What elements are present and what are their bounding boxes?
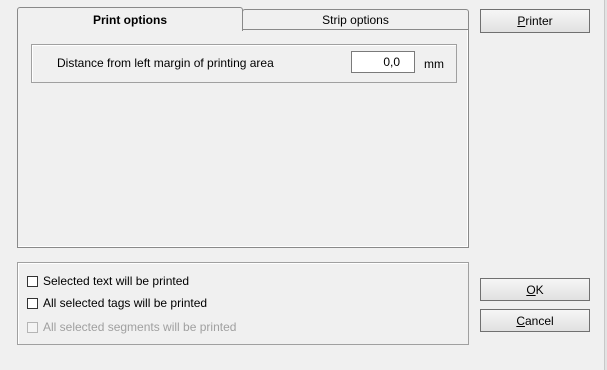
option-selected-text[interactable]: Selected text will be printed — [27, 274, 189, 288]
tab-strip-options[interactable]: Strip options — [242, 9, 469, 29]
tab-print-options[interactable]: Print options — [17, 7, 243, 31]
printer-label: rinter — [525, 14, 553, 28]
print-selection-options: Selected text will be printed All select… — [17, 262, 469, 345]
checkbox[interactable] — [27, 275, 38, 287]
distance-label: Distance from left margin of printing ar… — [57, 56, 274, 70]
distance-input[interactable]: 0,0 — [351, 51, 415, 73]
distance-unit-label: mm — [424, 57, 444, 71]
print-options-panel: Distance from left margin of printing ar… — [17, 29, 469, 248]
distance-group: Distance from left margin of printing ar… — [31, 44, 457, 83]
printer-mnemonic: P — [517, 14, 526, 28]
option-label: All selected tags will be printed — [43, 296, 208, 310]
printer-button[interactable]: Printer — [480, 9, 590, 33]
option-label: Selected text will be printed — [43, 274, 190, 288]
ok-label: K — [535, 282, 544, 297]
checkbox-disabled — [27, 321, 38, 333]
ok-mnemonic: O — [526, 282, 536, 297]
ok-button[interactable]: OK — [480, 278, 590, 301]
option-label: All selected segments will be printed — [43, 320, 237, 334]
cancel-button[interactable]: Cancel — [480, 309, 590, 332]
tab-print-options-label: Print options — [93, 12, 167, 27]
option-selected-segments: All selected segments will be printed — [27, 320, 236, 334]
print-dialog: Print options Strip options Distance fro… — [0, 0, 607, 370]
checkbox[interactable] — [27, 297, 38, 309]
cancel-mnemonic: C — [516, 313, 525, 328]
option-selected-tags[interactable]: All selected tags will be printed — [27, 296, 207, 310]
cancel-label: ancel — [524, 313, 554, 328]
tab-strip-options-label: Strip options — [322, 12, 389, 27]
